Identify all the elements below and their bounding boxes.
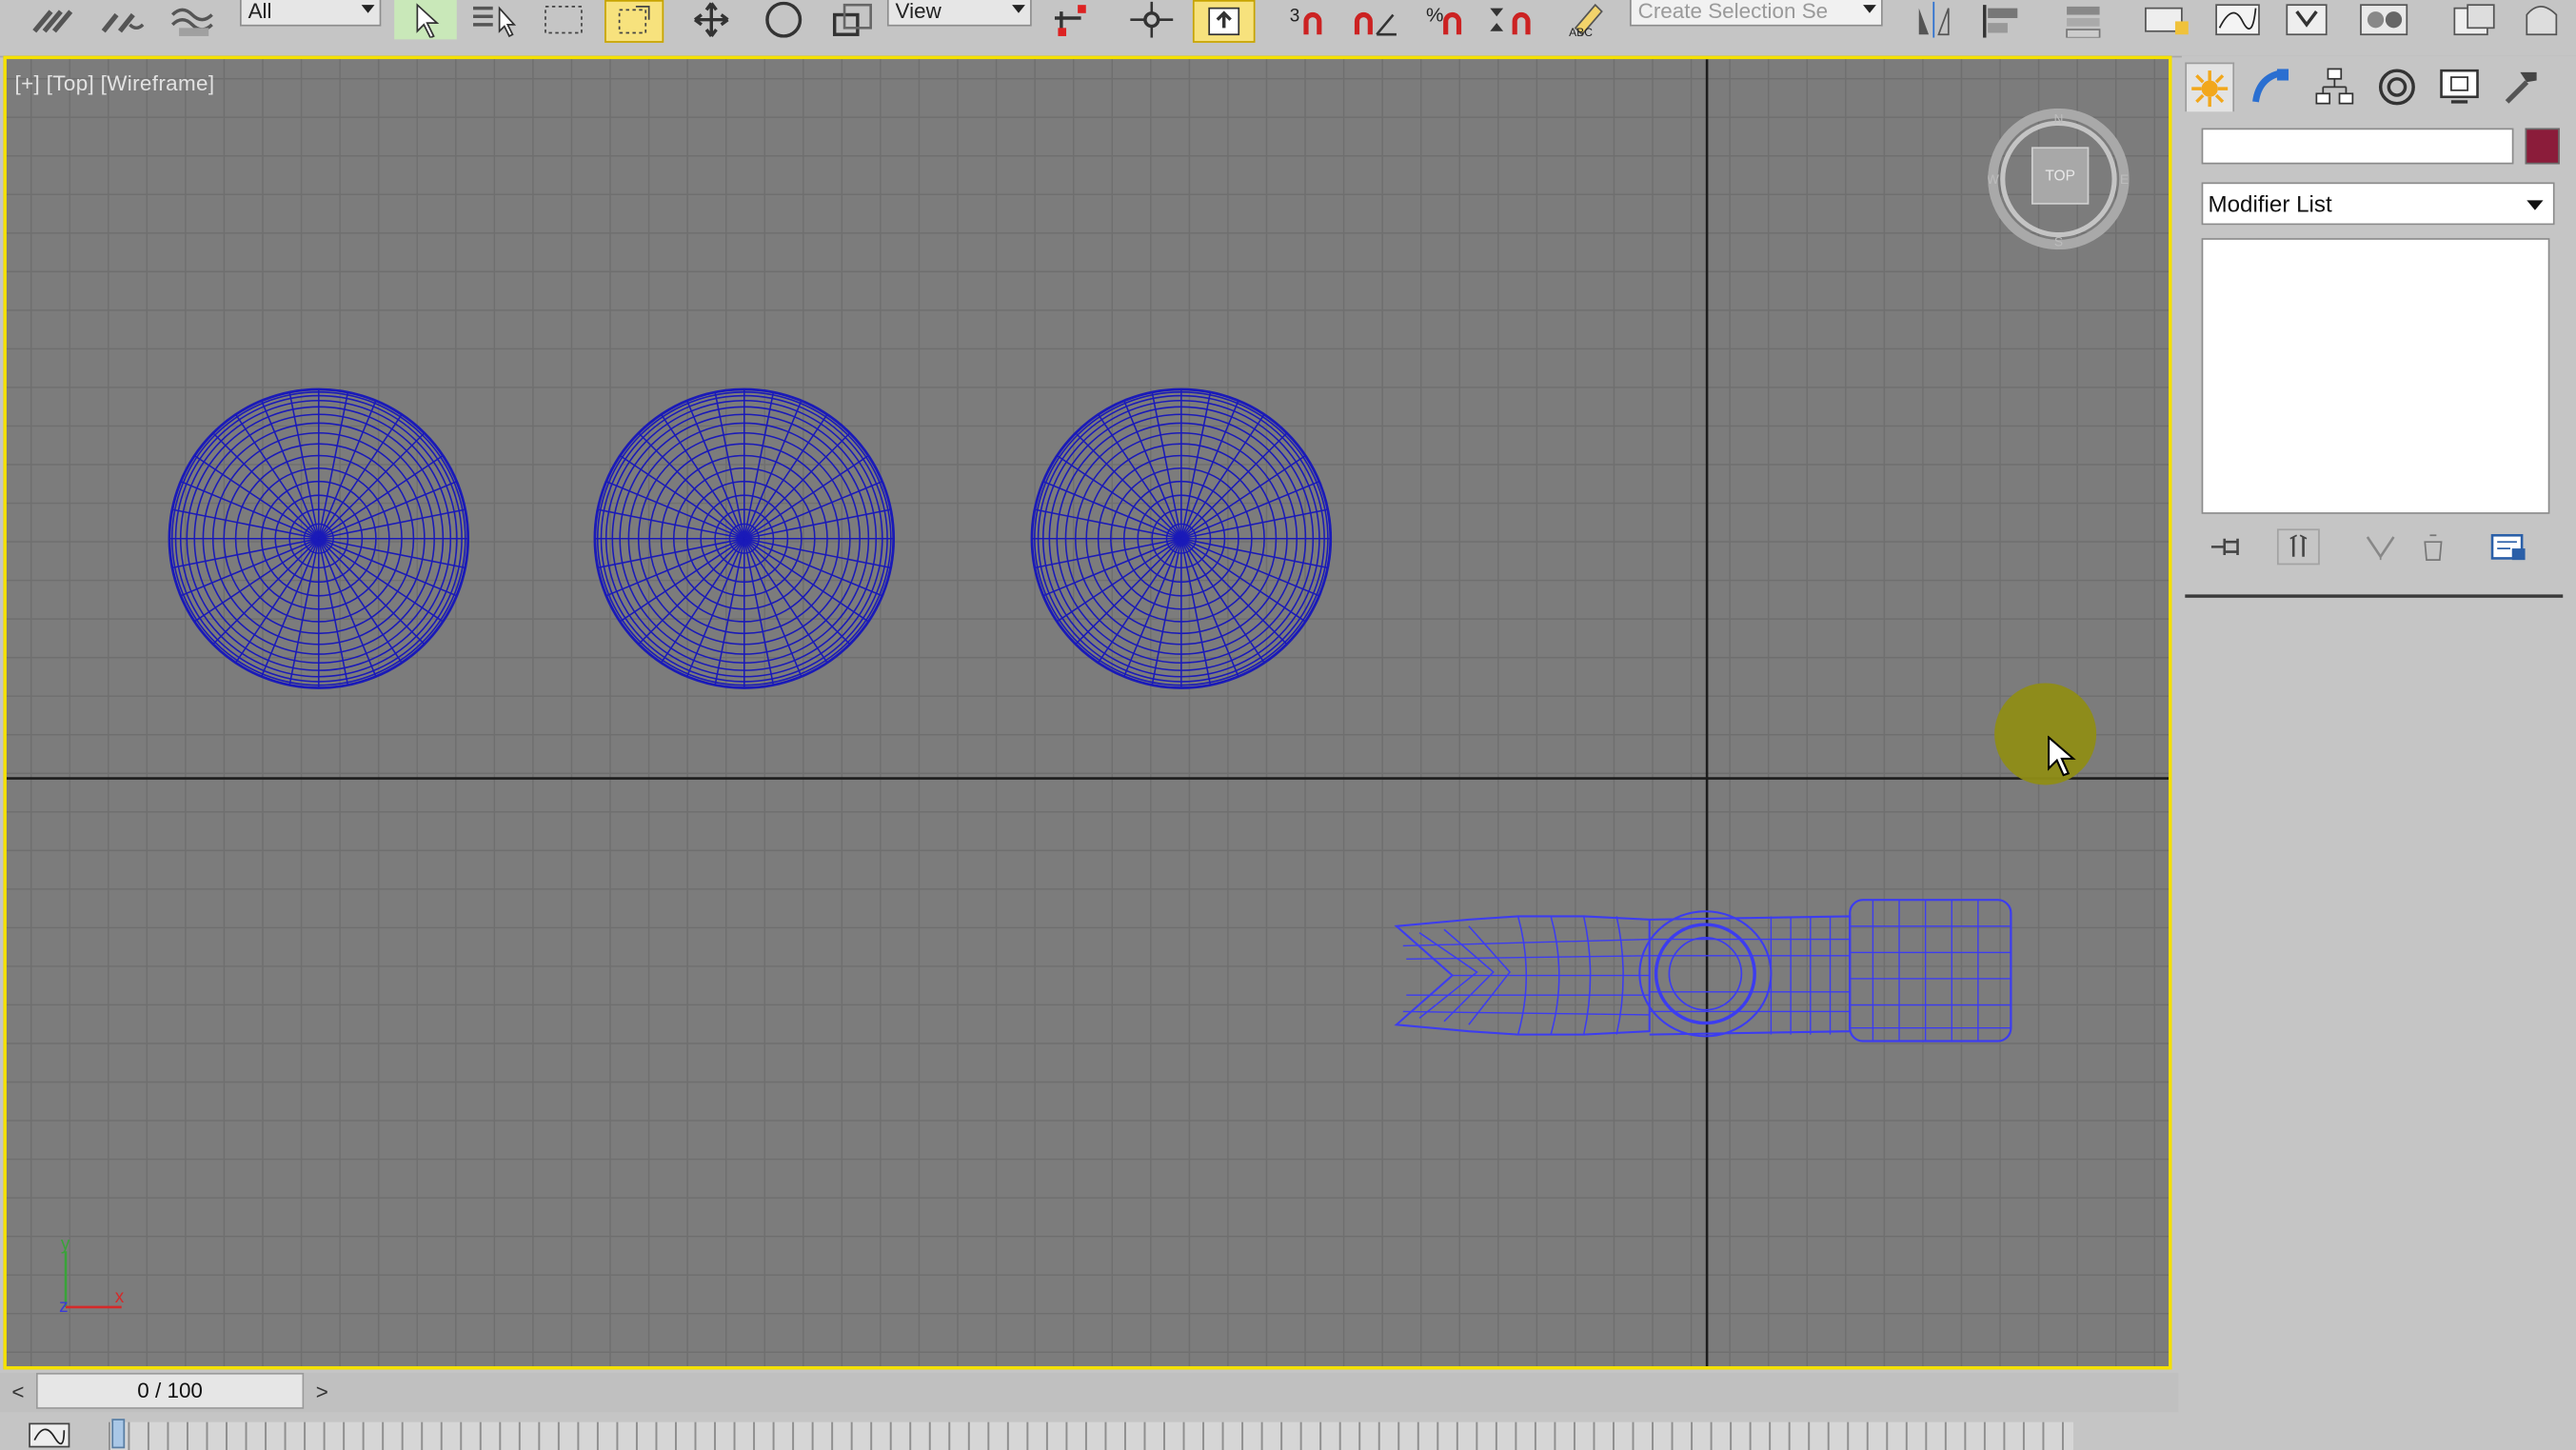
trackbar-ticks (108, 1421, 2073, 1450)
snaps-toggle-icon[interactable]: 3 (1278, 0, 1341, 39)
window-crossing-toggle-icon[interactable] (604, 0, 664, 43)
mirror-icon[interactable] (1902, 0, 1965, 39)
object-color-swatch[interactable] (2525, 128, 2560, 165)
rollout-separator (2185, 594, 2564, 598)
pin-stack-icon[interactable] (2205, 528, 2248, 565)
sphere-wireframe-object[interactable] (168, 387, 470, 689)
compass-east-label: E (2120, 172, 2129, 187)
trackbar-current-frame-marker (111, 1419, 126, 1449)
sphere-wireframe-object[interactable] (1030, 387, 1333, 689)
app-window: All View 3 % ABC Create Selection Se [+]… (0, 0, 2576, 1450)
current-frame-display: 0 / 100 (137, 1378, 203, 1402)
trackbar[interactable] (0, 1412, 2576, 1450)
keyboard-shortcut-override-icon[interactable] (1192, 0, 1256, 43)
sphere-wireframe-object[interactable] (593, 387, 896, 689)
reference-coordinate-value: View (895, 0, 941, 24)
axis-z-label: z (59, 1297, 68, 1317)
object-name-field[interactable] (2201, 128, 2514, 165)
modifier-list-dropdown[interactable]: Modifier List (2201, 182, 2555, 226)
spinner-snap-toggle-icon[interactable] (1478, 0, 1544, 39)
viewcube[interactable]: TOP N S E W (1987, 108, 2130, 250)
select-and-link-icon[interactable] (23, 0, 82, 39)
align-icon[interactable] (1972, 0, 2034, 39)
material-editor-icon[interactable] (2349, 0, 2418, 39)
modifier-stack-list[interactable] (2201, 238, 2550, 514)
scene-canvas (6, 59, 2170, 1367)
compass-west-label: W (1988, 172, 1999, 187)
time-slider: < 0 / 100 > (0, 1372, 2179, 1413)
modifier-list-label: Modifier List (2208, 190, 2332, 217)
svg-text:3: 3 (1290, 6, 1300, 26)
curve-editor-icon[interactable] (2205, 0, 2270, 39)
manage-layers-icon[interactable] (2053, 0, 2119, 39)
command-panel: Modifier List (2181, 55, 2576, 1450)
unlink-selection-icon[interactable] (92, 0, 151, 39)
mouse-cursor-icon (2048, 735, 2076, 777)
select-by-name-icon[interactable] (464, 0, 526, 39)
named-selection-sets-dropdown[interactable]: Create Selection Se (1629, 0, 1883, 27)
selection-filter-dropdown[interactable]: All (239, 0, 382, 27)
select-and-manipulate-icon[interactable] (1120, 0, 1183, 39)
create-tab-icon[interactable] (2185, 62, 2235, 112)
select-and-scale-icon[interactable] (822, 0, 884, 39)
viewport-top[interactable]: [+] [Top] [Wireframe] TOP N S E y x z (3, 55, 2172, 1370)
percent-snap-toggle-icon[interactable]: % (1417, 0, 1479, 39)
compass-south-label: S (2054, 235, 2063, 249)
rectangular-selection-region-icon[interactable] (532, 0, 595, 39)
named-selection-placeholder: Create Selection Se (1637, 0, 1829, 24)
edit-named-selection-sets-icon[interactable]: ABC (1561, 0, 1617, 39)
motion-tab-icon[interactable] (2372, 63, 2422, 112)
time-slider-prev-button[interactable]: < (3, 1376, 32, 1408)
open-mini-curve-editor-icon[interactable] (23, 1419, 89, 1450)
hierarchy-tab-icon[interactable] (2309, 63, 2359, 112)
viewcube-top-face[interactable]: TOP (2045, 169, 2075, 185)
configure-modifier-sets-icon[interactable] (2487, 528, 2530, 565)
select-and-rotate-icon[interactable] (752, 0, 815, 39)
render-production-icon[interactable] (2510, 0, 2576, 39)
show-end-result-icon[interactable] (2276, 528, 2320, 566)
main-toolbar: All View 3 % ABC Create Selection Se (0, 0, 2576, 58)
time-slider-thumb[interactable]: 0 / 100 (35, 1372, 305, 1409)
modify-tab-icon[interactable] (2248, 63, 2297, 112)
graphite-modeling-tools-icon[interactable] (2132, 0, 2201, 39)
bind-to-space-warp-icon[interactable] (161, 0, 224, 39)
compass-north-label: N (2053, 111, 2063, 126)
make-unique-icon[interactable] (2359, 528, 2402, 565)
axis-y-label: y (61, 1235, 70, 1255)
selection-filter-value: All (248, 0, 272, 24)
utilities-tab-icon[interactable] (2497, 63, 2546, 112)
render-setup-icon[interactable] (2442, 0, 2507, 39)
angle-snap-toggle-icon[interactable] (1344, 0, 1407, 39)
use-pivot-point-center-icon[interactable] (1041, 0, 1104, 39)
axis-tripod-icon: y x z (59, 1235, 125, 1317)
svg-text:ABC: ABC (1569, 26, 1593, 38)
reference-coordinate-dropdown[interactable]: View (886, 0, 1032, 27)
schematic-view-icon[interactable] (2274, 0, 2340, 39)
select-and-move-icon[interactable] (680, 0, 743, 39)
select-object-icon[interactable] (394, 0, 457, 40)
svg-text:%: % (1426, 4, 1443, 26)
hammer-wireframe-object[interactable] (1394, 899, 2012, 1043)
remove-modifier-icon[interactable] (2411, 528, 2454, 565)
axis-x-label: x (115, 1287, 125, 1307)
display-tab-icon[interactable] (2435, 63, 2485, 112)
time-slider-next-button[interactable]: > (307, 1376, 337, 1408)
